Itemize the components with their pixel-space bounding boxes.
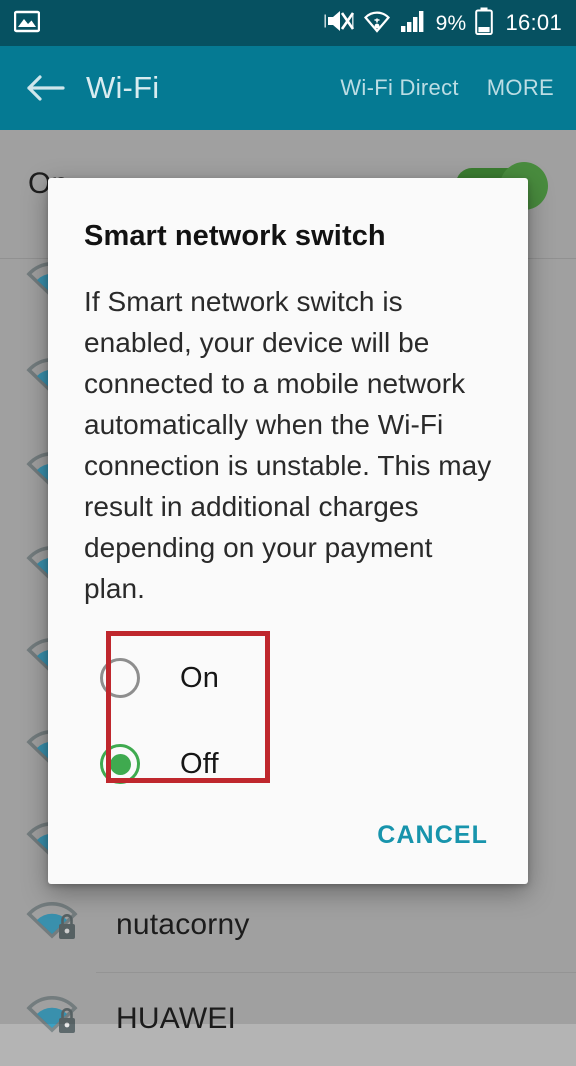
dialog-message: If Smart network switch is enabled, your… [84,286,492,604]
radio-button-on-icon[interactable] [100,658,140,698]
network-list-item[interactable]: HUAWEI [0,972,576,1066]
status-bar-right: 9% 16:01 [324,7,562,40]
radio-button-off-icon[interactable] [100,744,140,784]
radio-label-off: Off [180,747,219,780]
radio-label-on: On [180,661,220,694]
battery-icon [475,7,494,40]
wifi-locked-icon [26,995,78,1043]
back-arrow-icon[interactable] [22,65,68,111]
toolbar: Wi-Fi Wi-Fi Direct MORE [0,46,576,130]
wifi-direct-button[interactable]: Wi-Fi Direct [340,75,458,101]
network-name: nutacorny [116,908,250,941]
wifi-icon [363,9,391,38]
radio-group: On Off [84,631,492,807]
cancel-button[interactable]: CANCEL [371,813,494,858]
radio-option-off[interactable]: Off [84,721,492,807]
network-name: HUAWEI [116,1002,237,1035]
mute-vibrate-icon [324,8,354,39]
dialog-title: Smart network switch [84,220,386,252]
wifi-locked-icon [26,901,78,949]
radio-dot [109,753,131,775]
dialog-actions: CANCEL [371,813,494,858]
cellular-signal-icon [400,9,427,38]
battery-percent-label: 9% [435,11,467,35]
page-title: Wi-Fi [86,70,160,105]
toolbar-actions: Wi-Fi Direct MORE [340,75,554,101]
clock-label: 16:01 [505,10,562,35]
smart-network-switch-dialog: Smart network switch If Smart network sw… [48,178,528,884]
image-icon [13,9,41,38]
more-button[interactable]: MORE [487,75,554,101]
radio-option-on[interactable]: On [84,635,492,721]
network-list-item[interactable]: nutacorny [0,878,576,972]
status-bar: 9% 16:01 [0,0,576,46]
status-bar-left [13,9,41,38]
